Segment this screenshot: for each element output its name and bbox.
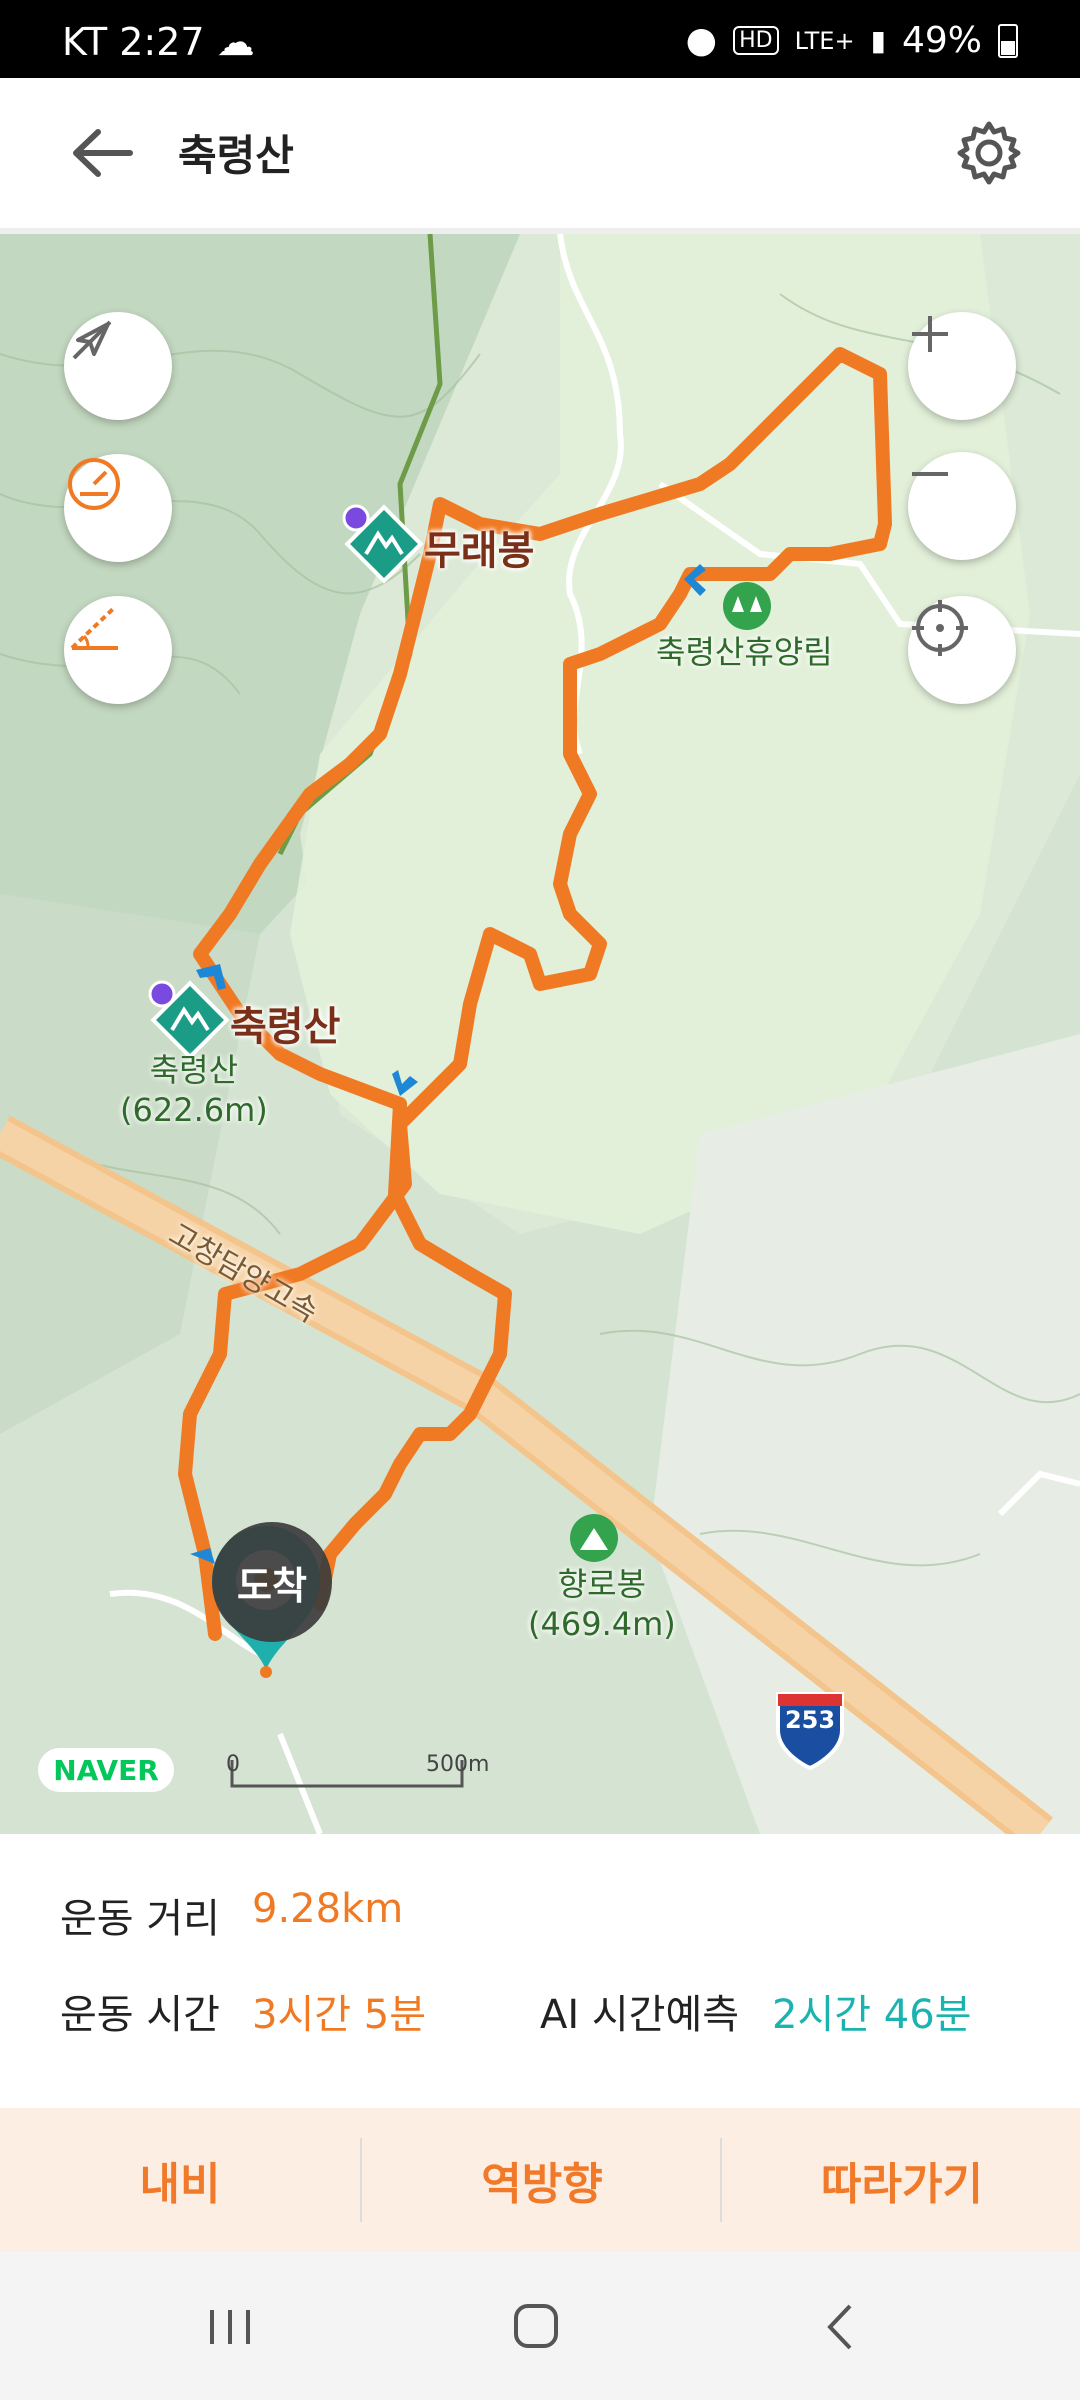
time-label: 운동 시간 (60, 1992, 220, 2038)
hd-icon: HD (733, 26, 779, 55)
system-nav-bar (0, 2252, 1080, 2400)
chukryeong-height: (622.6m) (120, 1091, 268, 1129)
scale-label: 500m (426, 1752, 490, 1777)
chukryeong-sub-name: 축령산 (149, 1051, 239, 1089)
ai-estimate-value: 2시간 46분 (772, 1992, 972, 2038)
action-bar: 내비 역방향 따라가기 (0, 2108, 1080, 2252)
settings-button[interactable] (954, 118, 1024, 188)
zoom-out-button[interactable] (908, 452, 1016, 560)
arrival-text: 도착 (237, 1563, 307, 1608)
gear-icon (957, 121, 1021, 185)
app-header: 축령산 (0, 78, 1080, 234)
zoom-in-button[interactable] (908, 312, 1016, 420)
forest-icon (723, 582, 771, 630)
back-button[interactable] (62, 118, 142, 188)
distance-label: 운동 거리 (60, 1896, 220, 1942)
location-icon: ● (685, 20, 718, 61)
back-chevron-icon (827, 2304, 852, 2350)
signal-icon: ▮ (870, 24, 886, 57)
stats-panel: 운동 거리 9.28km 운동 시간 3시간 5분 AI 시간예측 2시간 46… (0, 1834, 1080, 2108)
battery-icon (998, 23, 1018, 58)
crosshair-icon (912, 600, 968, 656)
chukryeong-sub: 축령산 (622.6m) (120, 1050, 268, 1130)
plus-icon (912, 316, 948, 352)
route-number: 253 (784, 1706, 836, 1734)
compass-toggle-button[interactable] (64, 312, 172, 420)
cloud-icon: ☁ (216, 20, 255, 64)
hyangro-name: 향로봉 (557, 1565, 647, 1603)
reverse-button[interactable]: 역방향 (362, 2108, 722, 2252)
minus-icon (912, 472, 948, 476)
hyangro-height: (469.4m) (528, 1605, 676, 1643)
muraebong-label: 무래봉 (424, 528, 535, 574)
navi-button[interactable]: 내비 (0, 2108, 360, 2252)
back-nav-button[interactable] (800, 2292, 880, 2362)
follow-button[interactable]: 따라가기 (722, 2108, 1080, 2252)
map-view[interactable]: 무래봉 축령산휴양림 축령산 축령산 (622.6m) 고창담양고속 향로봉 (… (0, 234, 1080, 1834)
recent-apps-button[interactable] (190, 2292, 270, 2362)
speed-button[interactable] (64, 454, 172, 562)
home-button[interactable] (496, 2292, 576, 2362)
status-left: KT 2:27 ☁ (62, 20, 255, 64)
slope-button[interactable] (64, 596, 172, 704)
compass-off-icon (72, 320, 112, 360)
back-arrow-icon (73, 129, 133, 177)
arrival-bubble: 도착 (212, 1522, 332, 1642)
speedometer-icon (68, 458, 120, 510)
home-icon (514, 2304, 558, 2348)
ai-estimate-label: AI 시간예측 (540, 1992, 740, 2038)
hyangro-sub: 향로봉 (469.4m) (528, 1564, 676, 1644)
battery-text: 49% (901, 20, 982, 61)
page-title: 축령산 (178, 131, 294, 180)
time-value: 3시간 5분 (252, 1992, 427, 2038)
status-bar: KT 2:27 ☁ ● HD LTE+ ▮ 49% (0, 0, 1080, 78)
my-location-button[interactable] (908, 596, 1016, 704)
forest-label: 축령산휴양림 (656, 633, 833, 671)
carrier-time: KT 2:27 (62, 20, 205, 64)
distance-value: 9.28km (252, 1886, 404, 1932)
peak-icon-hyangro (570, 1514, 618, 1562)
scale-zero: 0 (226, 1752, 240, 1777)
status-right: ● HD LTE+ ▮ 49% (686, 20, 1018, 61)
network-type: LTE+ (794, 26, 855, 55)
naver-logo: NAVER (38, 1748, 174, 1792)
chukryeong-label: 축령산 (230, 1004, 341, 1050)
slope-icon (70, 606, 118, 650)
recent-apps-icon (210, 2310, 250, 2344)
